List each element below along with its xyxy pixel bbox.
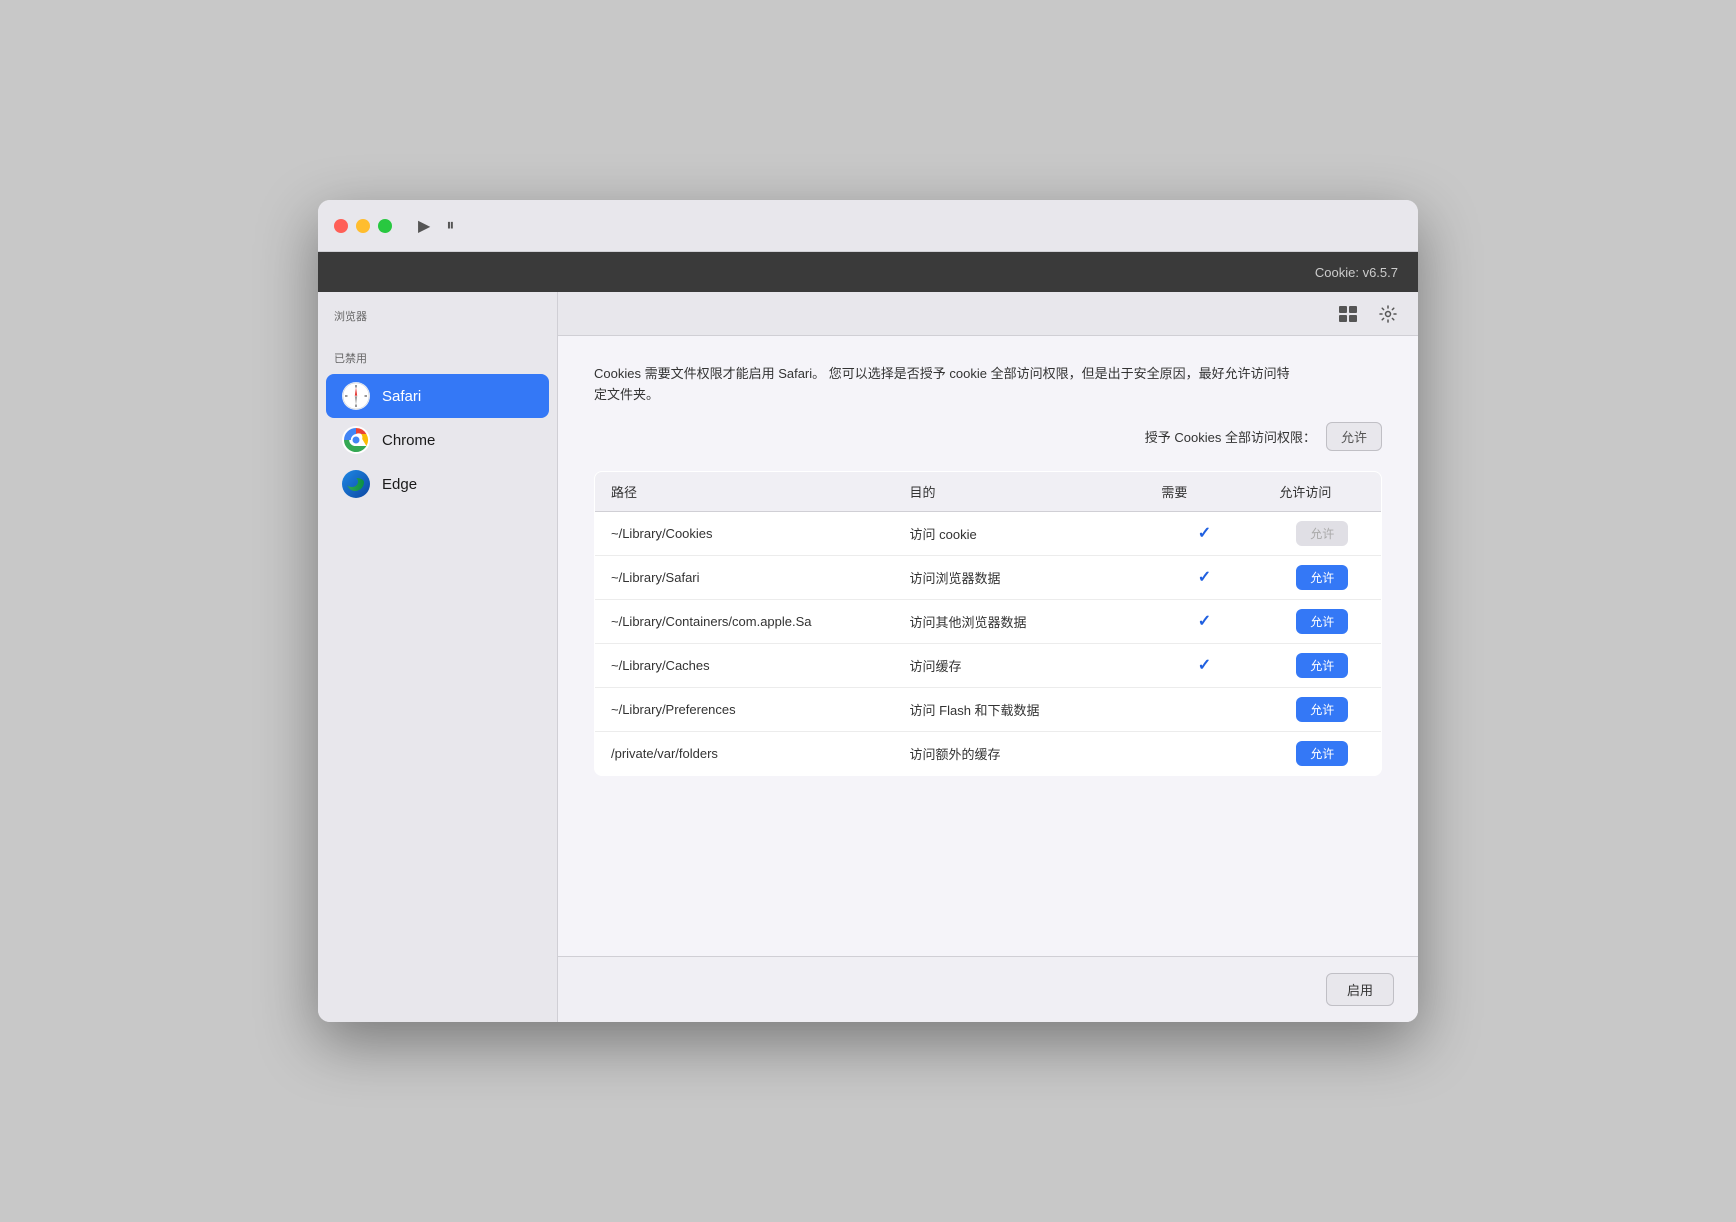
check-icon: ✓ <box>1198 525 1211 542</box>
cell-required: ✓ <box>1145 511 1263 555</box>
sidebar-item-chrome-label: Chrome <box>382 432 435 449</box>
bottom-bar: 启用 <box>558 956 1418 1022</box>
table-row: ~/Library/Cookies访问 cookie ✓ 允许 <box>595 511 1382 555</box>
cell-required: ✓ <box>1145 555 1263 599</box>
sidebar-item-edge[interactable]: Edge <box>326 462 549 506</box>
app-title: Cookie: v6.5.7 <box>1315 265 1398 280</box>
cell-purpose: 访问缓存 <box>894 643 1146 687</box>
allow-button[interactable]: 允许 <box>1296 653 1348 678</box>
info-text: Cookies 需要文件权限才能启用 Safari。 您可以选择是否授予 coo… <box>594 364 1294 406</box>
sidebar-section-disabled: 已禁用 <box>318 332 557 374</box>
cell-purpose: 访问额外的缓存 <box>894 731 1146 775</box>
allow-button[interactable]: 允许 <box>1296 565 1348 590</box>
content-panel: Cookies 需要文件权限才能启用 Safari。 您可以选择是否授予 coo… <box>558 292 1418 1022</box>
grant-allow-button[interactable]: 允许 <box>1326 422 1382 451</box>
list-view-icon[interactable] <box>1334 300 1362 328</box>
cell-purpose: 访问其他浏览器数据 <box>894 599 1146 643</box>
sidebar-item-edge-label: Edge <box>382 476 417 493</box>
cell-allow: 允许 <box>1263 599 1381 643</box>
cell-allow: 允许 <box>1263 643 1381 687</box>
check-icon: ✓ <box>1198 657 1211 674</box>
cell-required <box>1145 687 1263 731</box>
sidebar: 浏览器 已禁用 <box>318 292 558 1022</box>
allow-button[interactable]: 允许 <box>1296 609 1348 634</box>
table-header-path: 路径 <box>595 471 894 511</box>
enable-button[interactable]: 启用 <box>1326 973 1394 1006</box>
pause-icon[interactable]: ⏸ <box>446 217 454 235</box>
titlebar: ▶ ⏸ <box>318 200 1418 252</box>
cell-allow: 允许 <box>1263 555 1381 599</box>
cell-purpose: 访问 Flash 和下载数据 <box>894 687 1146 731</box>
traffic-lights <box>334 219 392 233</box>
cell-path: /private/var/folders <box>595 731 894 775</box>
table-row: ~/Library/Caches访问缓存 ✓ 允许 <box>595 643 1382 687</box>
cell-allow: 允许 <box>1263 687 1381 731</box>
maximize-button[interactable] <box>378 219 392 233</box>
play-icon[interactable]: ▶ <box>418 216 430 236</box>
app-header: Cookie: v6.5.7 <box>318 252 1418 292</box>
table-header-required: 需要 <box>1145 471 1263 511</box>
grant-access-row: 授予 Cookies 全部访问权限： 允许 <box>594 422 1382 451</box>
minimize-button[interactable] <box>356 219 370 233</box>
sidebar-item-chrome[interactable]: Chrome <box>326 418 549 462</box>
cell-required: ✓ <box>1145 643 1263 687</box>
cell-path: ~/Library/Safari <box>595 555 894 599</box>
sidebar-item-safari[interactable]: Safari <box>326 374 549 418</box>
cell-purpose: 访问 cookie <box>894 511 1146 555</box>
cell-path: ~/Library/Caches <box>595 643 894 687</box>
table-header-allow: 允许访问 <box>1263 471 1381 511</box>
table-row: ~/Library/Containers/com.apple.Sa访问其他浏览器… <box>595 599 1382 643</box>
permissions-table: 路径 目的 需要 允许访问 ~/Library/Cookies访问 cookie… <box>594 471 1382 776</box>
allow-button[interactable]: 允许 <box>1296 697 1348 722</box>
edge-icon <box>342 470 370 498</box>
safari-icon <box>342 382 370 410</box>
sidebar-item-safari-label: Safari <box>382 388 421 405</box>
cell-purpose: 访问浏览器数据 <box>894 555 1146 599</box>
allow-button[interactable]: 允许 <box>1296 741 1348 766</box>
check-icon: ✓ <box>1198 569 1211 586</box>
cell-required <box>1145 731 1263 775</box>
close-button[interactable] <box>334 219 348 233</box>
cell-path: ~/Library/Containers/com.apple.Sa <box>595 599 894 643</box>
check-icon: ✓ <box>1198 613 1211 630</box>
grant-label: 授予 Cookies 全部访问权限： <box>1145 427 1316 446</box>
chrome-icon <box>342 426 370 454</box>
allow-button-disabled: 允许 <box>1296 521 1348 546</box>
main-window: ▶ ⏸ Cookie: v6.5.7 浏览器 已禁用 <box>318 200 1418 1022</box>
sidebar-section-browser: 浏览器 <box>318 308 557 332</box>
cell-path: ~/Library/Cookies <box>595 511 894 555</box>
gear-icon[interactable] <box>1374 300 1402 328</box>
cell-required: ✓ <box>1145 599 1263 643</box>
main-layout: 浏览器 已禁用 <box>318 292 1418 1022</box>
content-body: Cookies 需要文件权限才能启用 Safari。 您可以选择是否授予 coo… <box>558 336 1418 956</box>
cell-path: ~/Library/Preferences <box>595 687 894 731</box>
cell-allow: 允许 <box>1263 511 1381 555</box>
table-row: ~/Library/Preferences访问 Flash 和下载数据 允许 <box>595 687 1382 731</box>
titlebar-controls: ▶ ⏸ <box>418 216 454 236</box>
table-header-purpose: 目的 <box>894 471 1146 511</box>
table-row: /private/var/folders访问额外的缓存 允许 <box>595 731 1382 775</box>
table-row: ~/Library/Safari访问浏览器数据 ✓ 允许 <box>595 555 1382 599</box>
cell-allow: 允许 <box>1263 731 1381 775</box>
content-toolbar <box>558 292 1418 336</box>
